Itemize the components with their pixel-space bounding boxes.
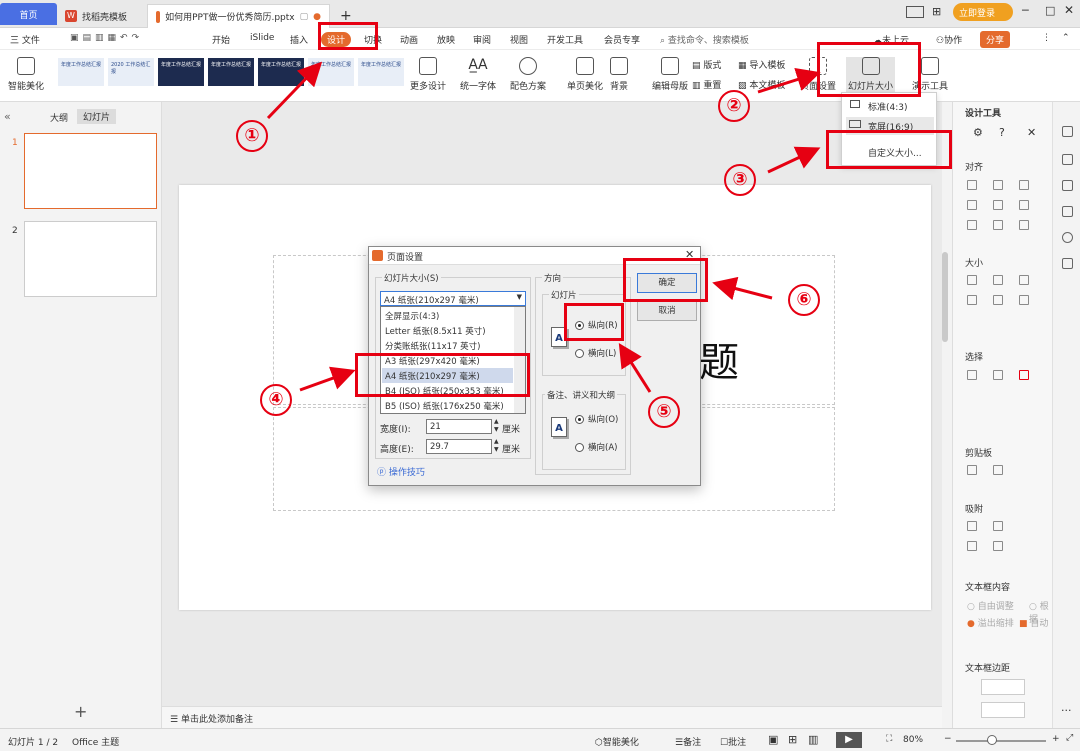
step-4-badge: ④ (260, 384, 292, 416)
step-5-badge: ⑤ (648, 396, 680, 428)
step-6-badge: ⑥ (788, 284, 820, 316)
annotation-arrows (266, 61, 821, 393)
step-2-badge: ② (718, 90, 750, 122)
arrow-6 (712, 276, 773, 301)
step-1-badge: ① (236, 120, 268, 152)
step-3-badge: ③ (724, 164, 756, 196)
arrow-5 (618, 342, 652, 393)
arrow-4 (299, 366, 356, 392)
arrow-2 (757, 67, 821, 94)
arrow-3 (767, 146, 821, 174)
arrow-1 (266, 61, 323, 120)
